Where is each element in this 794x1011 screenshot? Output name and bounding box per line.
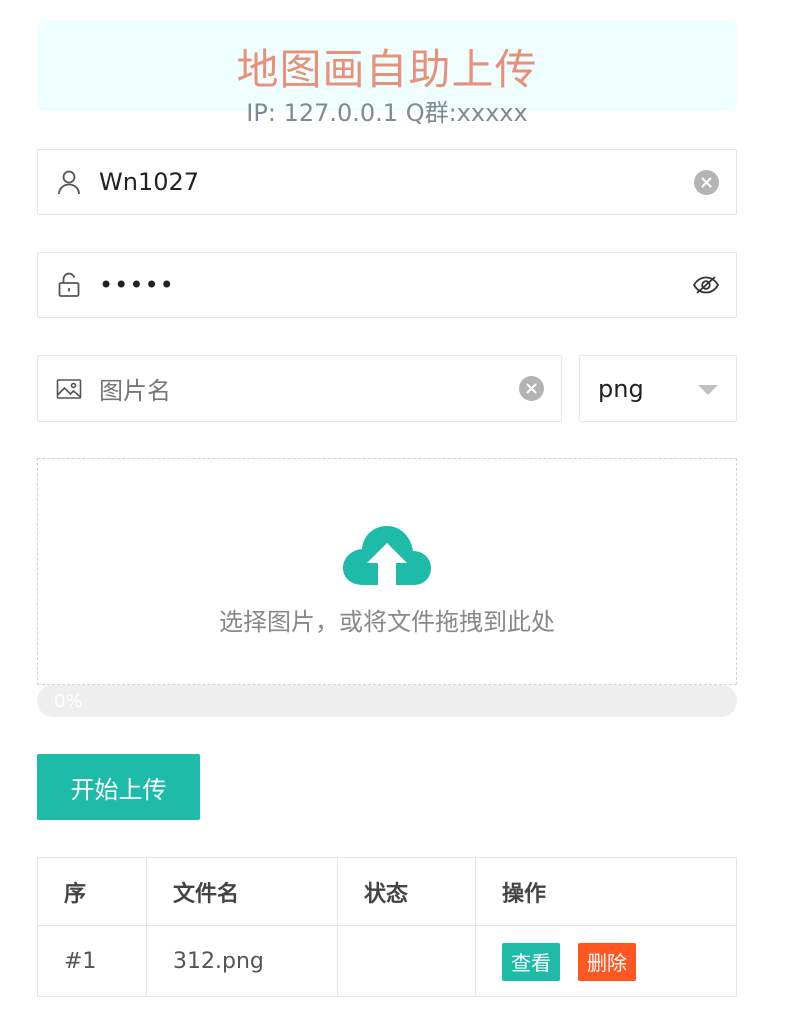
user-icon: [56, 169, 82, 195]
page-title: 地图画自助上传: [236, 45, 538, 94]
username-value[interactable]: Wn1027: [99, 150, 676, 214]
image-name-input[interactable]: 图片名: [99, 356, 501, 421]
delete-button[interactable]: 删除: [578, 942, 636, 981]
table-header-index: 序: [64, 881, 87, 907]
password-field[interactable]: •••••: [37, 252, 737, 318]
image-icon: [56, 376, 82, 402]
clear-icon[interactable]: [692, 168, 720, 196]
row-actions: 查看 删除: [475, 926, 737, 997]
table-header-filename: 文件名: [146, 858, 337, 925]
row-index: #1: [64, 949, 97, 974]
cloud-upload-icon: [341, 523, 433, 587]
chevron-down-icon: [698, 385, 718, 395]
page-header: 地图画自助上传 IP: 127.0.0.1 Q群:xxxxx: [37, 20, 737, 127]
row-status: [337, 926, 475, 997]
row-filename: 312.png: [146, 926, 337, 997]
format-selected-value: png: [598, 374, 644, 403]
lock-icon: [56, 272, 82, 298]
clear-icon[interactable]: [517, 375, 545, 403]
start-upload-button[interactable]: 开始上传: [37, 754, 200, 820]
password-value[interactable]: •••••: [99, 253, 676, 317]
table-header-status: 状态: [337, 858, 475, 925]
username-field[interactable]: Wn1027: [37, 149, 737, 215]
table-row: #1 312.png 查看 删除: [38, 926, 736, 997]
page-subtitle: IP: 127.0.0.1 Q群:xxxxx: [246, 99, 528, 127]
progress-label: 0%: [54, 690, 83, 712]
upload-table: 序 文件名 状态 操作 #1 312.png 查看 删除: [37, 857, 737, 997]
table-header-actions: 操作: [475, 858, 737, 925]
upload-progress-bar: 0%: [37, 685, 737, 717]
view-button[interactable]: 查看: [502, 942, 560, 981]
dropzone-hint: 选择图片，或将文件拖拽到此处: [219, 608, 555, 636]
eye-off-icon[interactable]: [692, 271, 720, 299]
image-name-field[interactable]: 图片名: [37, 355, 562, 422]
table-header-row: 序 文件名 状态 操作: [38, 858, 736, 926]
upload-dropzone[interactable]: 选择图片，或将文件拖拽到此处: [37, 458, 737, 685]
format-select[interactable]: png: [579, 355, 737, 422]
